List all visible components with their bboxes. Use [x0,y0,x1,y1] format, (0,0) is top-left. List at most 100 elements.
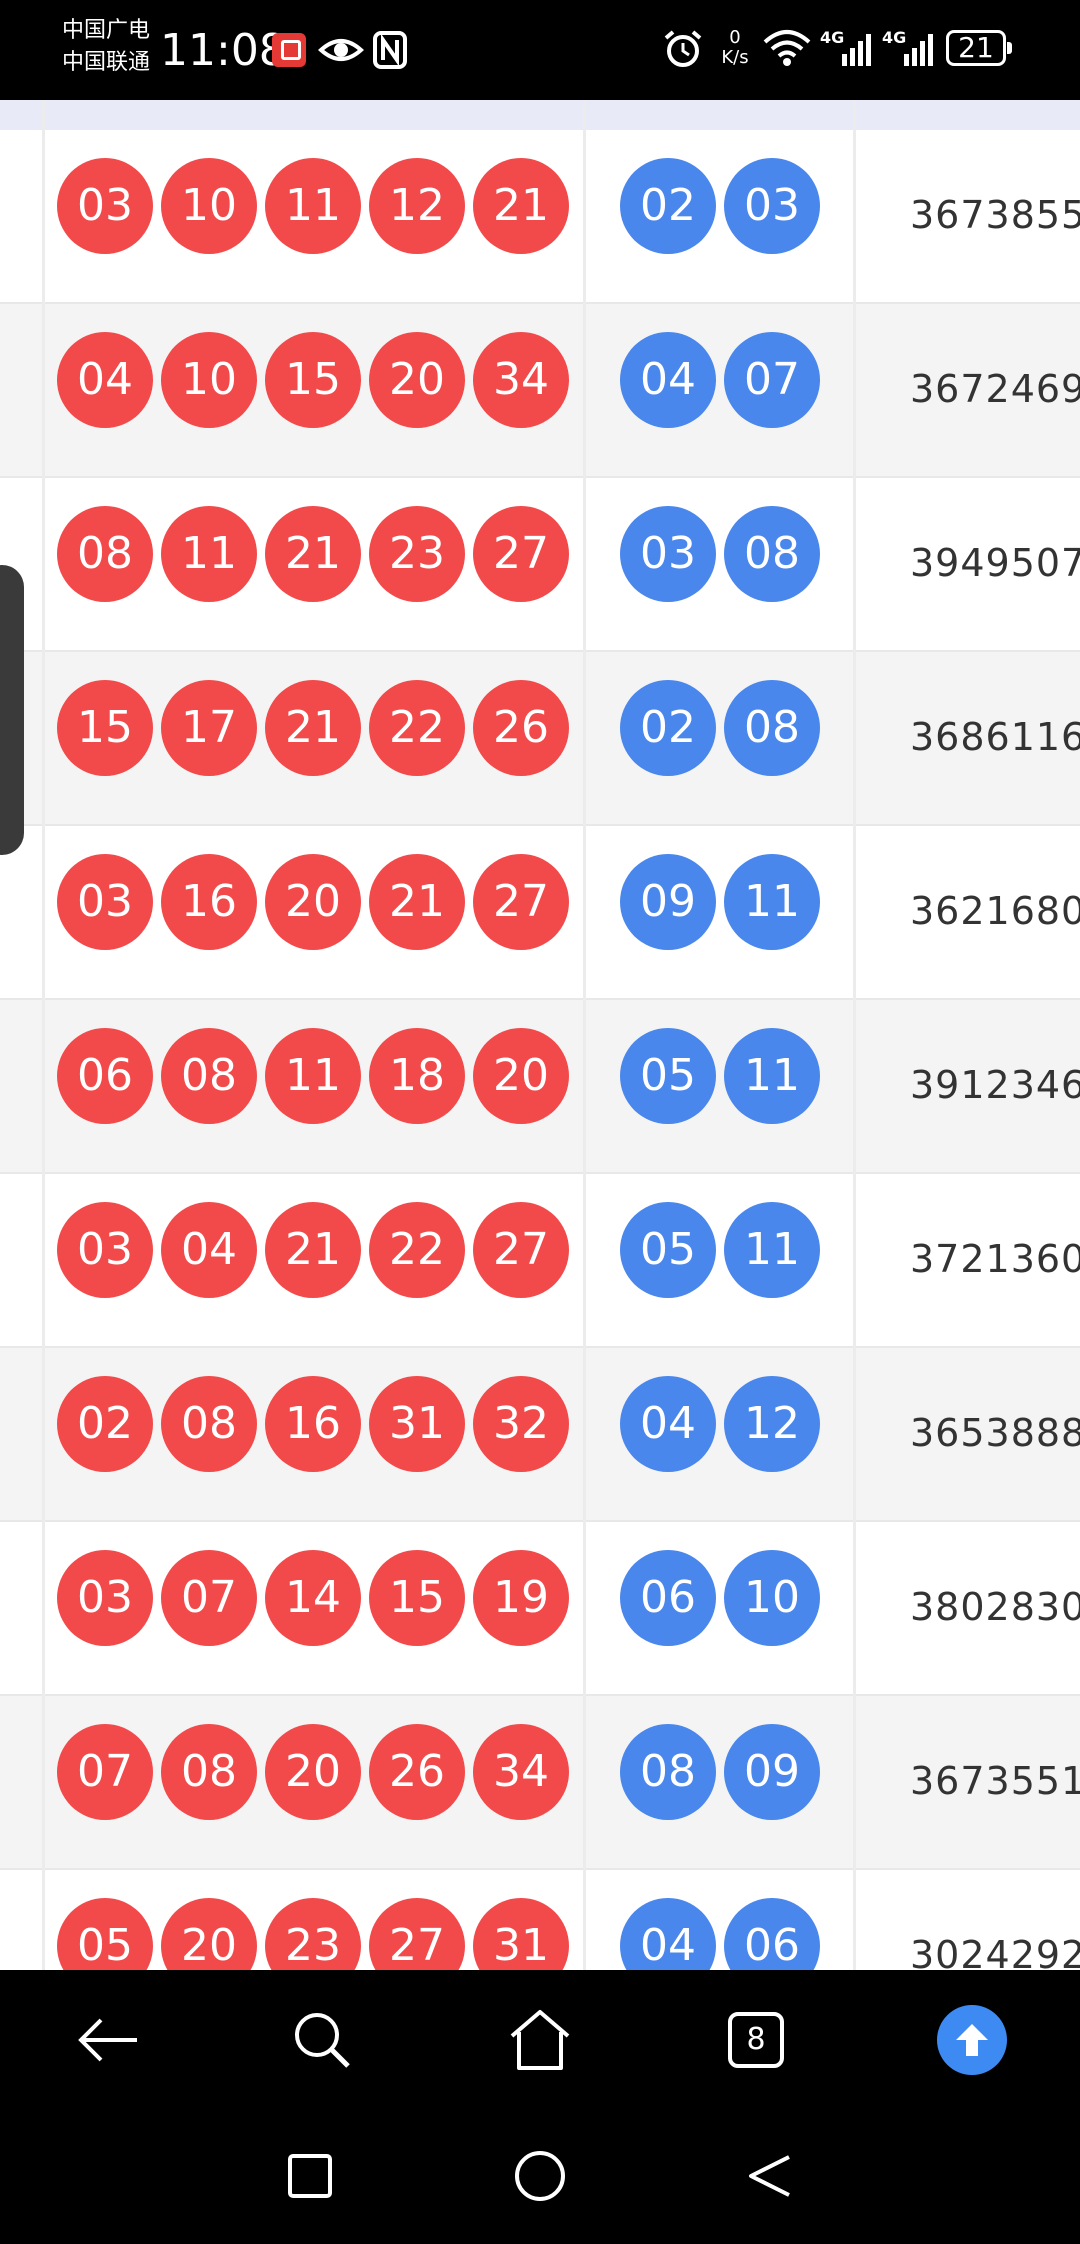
network-speed-value: 0 [729,27,741,48]
red-ball: 14 [265,1550,361,1646]
red-ball: 03 [57,1550,153,1646]
blue-ball: 08 [620,1724,716,1820]
column-divider [583,100,586,1970]
red-ball: 21 [265,1202,361,1298]
tab-count-badge: 8 [728,2012,784,2068]
sales-amount: 36538884 [910,1411,1080,1455]
red-ball: 21 [369,854,465,950]
table-row[interactable]: 1517212226 0208 36861160 [0,652,1080,826]
blue-ball: 03 [620,506,716,602]
blue-ball: 05 [620,1028,716,1124]
table-row[interactable]: 0608111820051139123467 [0,1000,1080,1174]
scroll-to-top-button[interactable] [932,2000,1012,2080]
red-ball: 04 [57,332,153,428]
sales-amount: 36216805 [910,889,1080,933]
blue-ball: 04 [620,1898,716,1970]
red-ball: 19 [473,1550,569,1646]
red-ball: 26 [369,1724,465,1820]
search-button[interactable] [282,2000,362,2080]
red-ball: 22 [369,680,465,776]
blue-ball: 08 [724,680,820,776]
red-ball: 34 [473,332,569,428]
scroll-top-circle [937,2005,1007,2075]
blue-ball: 10 [724,1550,820,1646]
tabs-button[interactable]: 8 [716,2000,796,2080]
lottery-results-page[interactable]: 0310111221020336738554041015203404073672… [0,100,1080,1970]
table-header-strip [0,100,1080,130]
blue-ball: 04 [620,332,716,428]
table-row[interactable]: 0708202634080936735512 [0,1696,1080,1870]
status-clock: 11:08 [160,25,287,76]
blue-ball: 12 [724,1376,820,1472]
red-ball: 16 [265,1376,361,1472]
back-arrow-icon [78,2018,137,2062]
back-button[interactable] [68,2000,148,2080]
red-ball: 08 [57,506,153,602]
blue-ball: 02 [620,680,716,776]
carrier-label-1: 中国广电 [62,18,151,43]
table-row[interactable]: 0208163132 0412 36538884 [0,1348,1080,1522]
red-ball: 22 [369,1202,465,1298]
sales-amount: 36735512 [910,1759,1080,1803]
system-navigation-bar [0,2110,1080,2244]
home-button[interactable] [500,2000,580,2080]
red-ball: 11 [265,1028,361,1124]
blue-ball: 06 [620,1550,716,1646]
signal-1-label: 4G [820,28,845,47]
red-ball: 16 [161,854,257,950]
blue-ball: 04 [620,1376,716,1472]
sales-amount: 36861160 [910,715,1080,759]
red-ball: 21 [473,158,569,254]
network-speed-unit: K/s [721,47,749,68]
red-ball: 07 [161,1550,257,1646]
browser-toolbar: 8 [0,1970,1080,2110]
blue-ball: 02 [620,158,716,254]
search-icon [295,2013,350,2068]
floating-side-handle[interactable] [0,565,24,855]
sales-amount: 39495077 [910,541,1080,585]
sales-amount: 36724695 [910,367,1080,411]
red-ball: 31 [473,1898,569,1970]
table-row[interactable]: 0304212227 0511 37213608 [0,1174,1080,1348]
table-row[interactable]: 0310111221020336738554 [0,130,1080,304]
arrow-up-icon [956,2024,988,2056]
red-ball: 08 [161,1376,257,1472]
red-ball: 20 [265,854,361,950]
red-ball: 08 [161,1028,257,1124]
square-icon [288,2154,332,2198]
blue-ball: 09 [724,1724,820,1820]
results-table[interactable]: 0310111221020336738554041015203404073672… [0,130,1080,1970]
table-row[interactable]: 0316202127 0911 36216805 [0,826,1080,1000]
red-ball: 23 [265,1898,361,1970]
red-ball: 03 [57,1202,153,1298]
red-ball: 15 [369,1550,465,1646]
red-ball: 18 [369,1028,465,1124]
table-row[interactable]: 0410152034040736724695 [0,304,1080,478]
red-ball: 03 [57,854,153,950]
nav-recents-button[interactable] [270,2136,350,2216]
table-row[interactable]: 0520232731 0406 30242928 [0,1870,1080,1970]
red-ball: 20 [161,1898,257,1970]
red-ball: 23 [369,506,465,602]
red-ball: 07 [57,1724,153,1820]
nav-home-button[interactable] [500,2136,580,2216]
blue-ball: 06 [724,1898,820,1970]
alarm-icon [662,28,704,75]
sales-amount: 38028308 [910,1585,1080,1629]
red-ball: 20 [265,1724,361,1820]
blue-ball: 11 [724,854,820,950]
sales-amount: 36738554 [910,193,1080,237]
blue-ball: 09 [620,854,716,950]
red-ball: 15 [57,680,153,776]
column-divider [42,100,45,1970]
nav-back-button[interactable] [730,2136,810,2216]
sales-amount: 37213608 [910,1237,1080,1281]
red-ball: 08 [161,1724,257,1820]
table-row[interactable]: 0811212327030839495077 [0,478,1080,652]
red-ball: 02 [57,1376,153,1472]
triangle-back-icon [749,2155,790,2197]
blue-ball: 03 [724,158,820,254]
table-row[interactable]: 0307141519 0610 38028308 [0,1522,1080,1696]
red-ball: 06 [57,1028,153,1124]
network-speed: 0 K/s [715,28,755,68]
